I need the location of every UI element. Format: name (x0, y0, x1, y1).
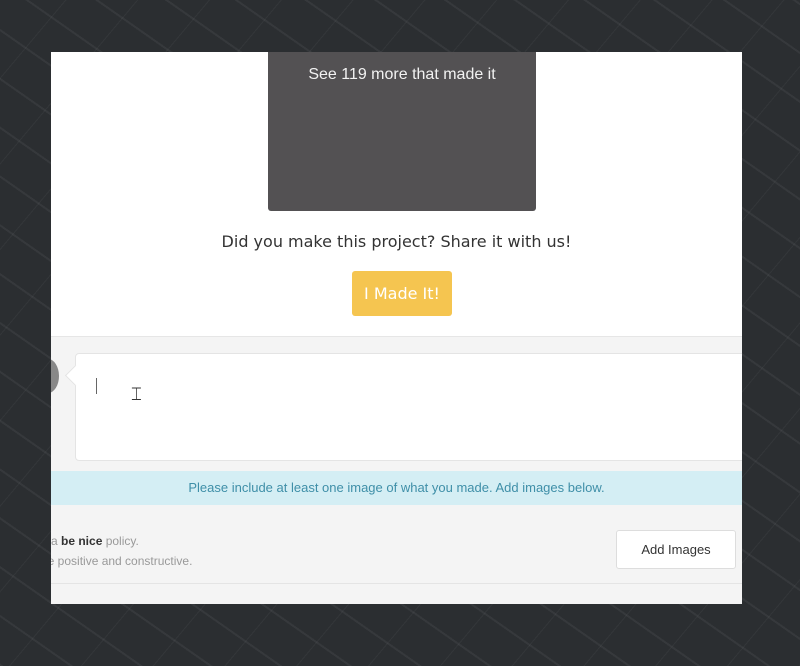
avatar (51, 359, 59, 393)
policy-text: e a (51, 534, 58, 548)
add-images-button[interactable]: Add Images (616, 530, 736, 569)
share-prompt: Did you make this project? Share it with… (221, 232, 572, 251)
be-nice-link[interactable]: be nice (61, 534, 102, 548)
text-caret (96, 378, 97, 394)
comment-section: ⌶ Please include at least one image of w… (51, 336, 742, 604)
image-required-notice: Please include at least one image of wha… (51, 471, 742, 505)
divider (51, 583, 742, 584)
policy-text-end: policy. (102, 534, 139, 548)
see-more-label: See 119 more that made it (308, 66, 496, 83)
comment-input[interactable]: ⌶ (75, 353, 742, 461)
policy-line2: be positive and constructive. (51, 554, 193, 568)
be-nice-policy: e a be nice policy. be positive and cons… (51, 531, 192, 571)
ibeam-cursor-icon: ⌶ (131, 384, 142, 404)
see-more-made-it-tile[interactable]: See 119 more that made it (268, 52, 536, 211)
i-made-it-panel: See 119 more that made it Did you make t… (51, 52, 742, 604)
i-made-it-button[interactable]: I Made It! (352, 271, 452, 316)
